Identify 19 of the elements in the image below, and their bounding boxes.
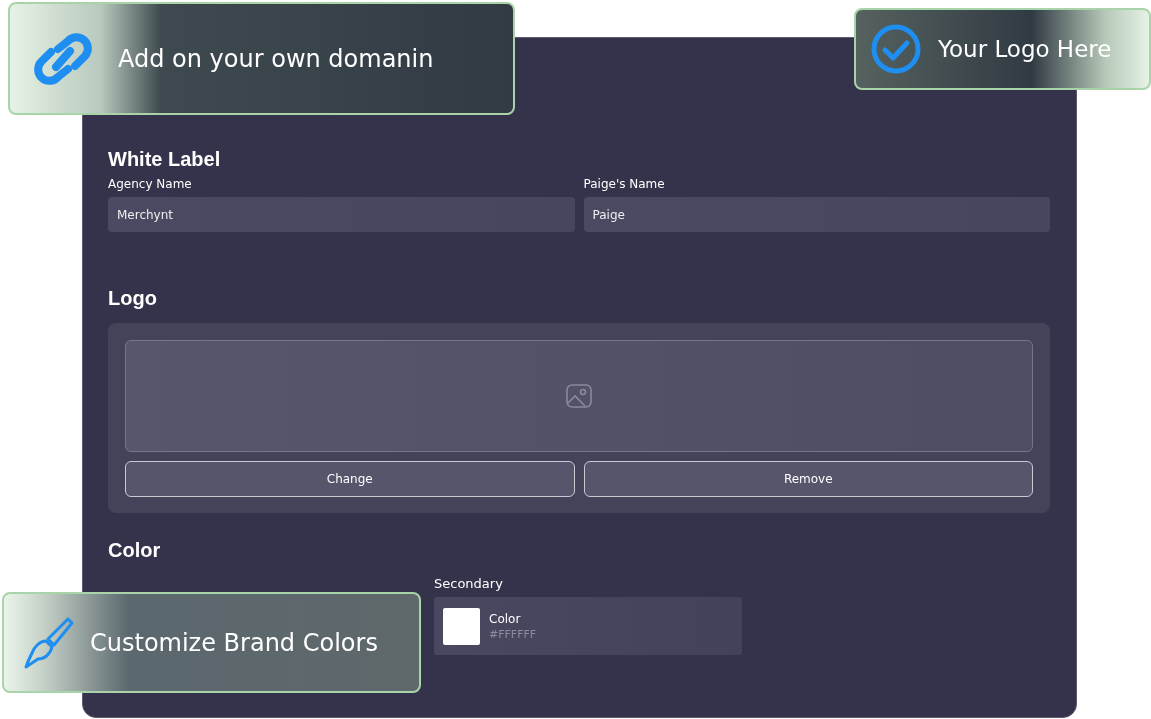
color-hex: #FFFFFF <box>489 627 537 641</box>
section-title: Color <box>108 539 162 562</box>
action-button[interactable]: Change <box>125 461 575 497</box>
text-field[interactable]: Paige <box>583 197 1050 232</box>
callout-text: Customize Brand Colors <box>90 628 378 657</box>
action-button[interactable]: Remove <box>583 461 1033 497</box>
callout-text: Add on your own domanin <box>118 44 434 73</box>
field-label: Agency Name <box>108 177 193 191</box>
image-icon <box>565 382 593 410</box>
section-title: White Label <box>108 148 222 171</box>
logo-drop-area[interactable] <box>125 340 1033 452</box>
color-name: Color <box>489 611 522 626</box>
field-label: Paige's Name <box>583 177 666 191</box>
section-title: Logo <box>108 287 158 310</box>
field-label: Secondary <box>434 576 504 591</box>
color-picker[interactable]: Color #FFFFFF <box>434 597 742 655</box>
callout-text: Your Logo Here <box>938 36 1112 62</box>
text-field[interactable]: Merchynt <box>108 197 575 232</box>
check-circle-icon <box>870 23 922 75</box>
